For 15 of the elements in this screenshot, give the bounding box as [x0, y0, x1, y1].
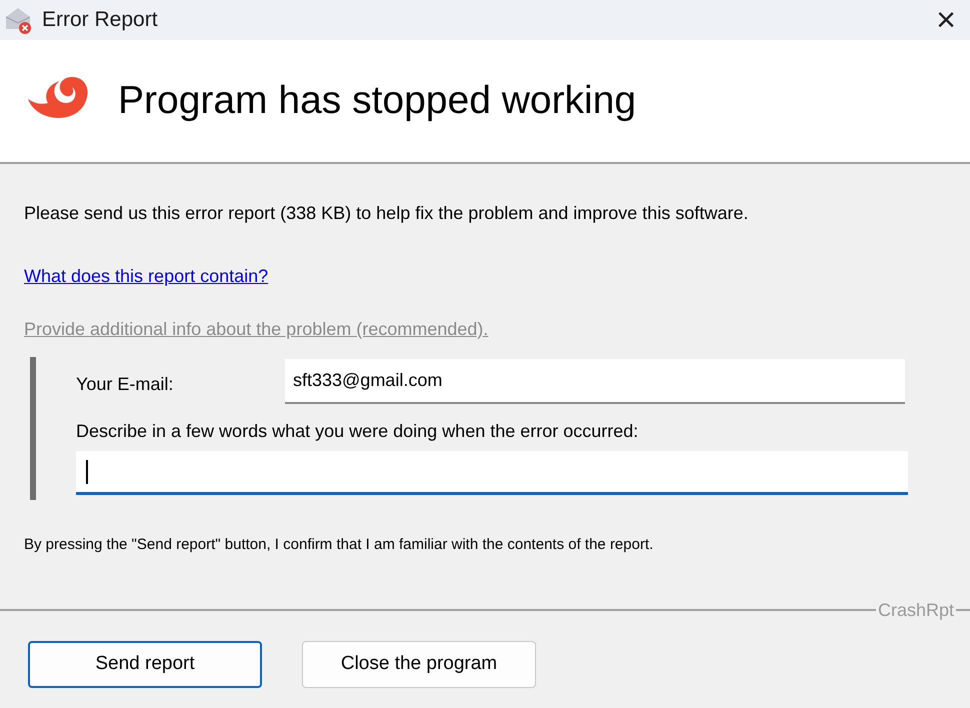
- close-button[interactable]: ×: [936, 3, 956, 37]
- separator-label: CrashRpt: [876, 598, 955, 622]
- email-field[interactable]: sft333@gmail.com: [285, 359, 905, 404]
- envelope-error-icon: [4, 5, 34, 35]
- description-label: Describe in a few words what you were doing when the error occurred:: [76, 420, 640, 443]
- intro-text: Please send us this error report (338 KB) to help fix the problem and improve this software.: [24, 202, 750, 225]
- header-title: Program has stopped working: [118, 78, 636, 124]
- text-cursor-icon: [86, 460, 88, 484]
- report-link[interactable]: What does this report contain?: [24, 263, 268, 290]
- description-field[interactable]: [76, 451, 908, 495]
- dialog-button[interactable]: Send report: [28, 640, 262, 688]
- email-label: Your E-mail:: [76, 373, 174, 396]
- confirm-text: By pressing the "Send report" button, I confirm that I am familiar with the contents of the report.: [24, 535, 654, 555]
- window-title: Error Report: [42, 7, 158, 34]
- dialog-button[interactable]: Close the program: [302, 640, 536, 688]
